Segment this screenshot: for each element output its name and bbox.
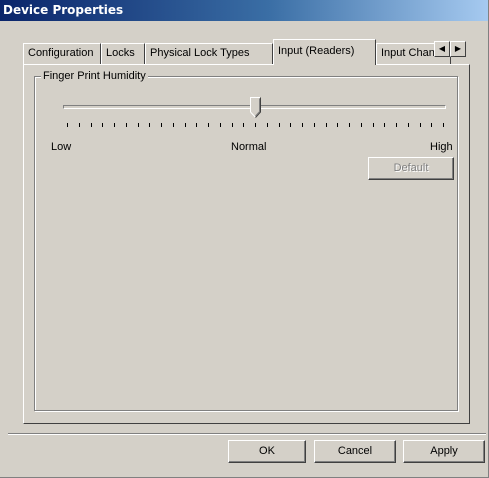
slider-tick xyxy=(361,123,362,127)
slider-tick xyxy=(138,123,139,127)
slider-tick xyxy=(337,123,338,127)
slider-tick xyxy=(326,123,327,127)
tab-input-readers[interactable]: Input (Readers) xyxy=(273,39,376,65)
slider-tick xyxy=(185,123,186,127)
slider-tick xyxy=(67,123,68,127)
slider-tick xyxy=(114,123,115,127)
slider-tick xyxy=(349,123,350,127)
slider-tick xyxy=(408,123,409,127)
slider-tick xyxy=(149,123,150,127)
title-bar[interactable]: Device Properties xyxy=(0,0,488,21)
triangle-right-icon[interactable]: ▶ xyxy=(450,41,466,57)
ok-button[interactable]: OK xyxy=(228,440,306,463)
window-title: Device Properties xyxy=(3,3,124,17)
slider-tick xyxy=(267,123,268,127)
slider-tick xyxy=(373,123,374,127)
slider-tick xyxy=(396,123,397,127)
slider-tick xyxy=(126,123,127,127)
apply-button[interactable]: Apply xyxy=(403,440,485,463)
default-button[interactable]: Default xyxy=(368,157,454,180)
slider-tick xyxy=(208,123,209,127)
finger-print-humidity-group: Finger Print Humidity Low Normal High De… xyxy=(34,70,458,411)
slider-tick xyxy=(384,123,385,127)
slider-tick xyxy=(255,123,256,127)
cancel-button[interactable]: Cancel xyxy=(314,440,396,463)
device-properties-dialog: Device Properties Configuration Locks Ph… xyxy=(0,0,489,478)
slider-tick xyxy=(161,123,162,127)
slider-tick xyxy=(220,123,221,127)
slider-tick xyxy=(91,123,92,127)
slider-tick xyxy=(314,123,315,127)
slider-high-label: High xyxy=(430,141,453,153)
slider-tick xyxy=(279,123,280,127)
slider-tick xyxy=(290,123,291,127)
slider-tick xyxy=(196,123,197,127)
slider-normal-label: Normal xyxy=(231,141,267,153)
tab-physical-lock-types[interactable]: Physical Lock Types xyxy=(145,43,273,64)
slider-tick xyxy=(431,123,432,127)
slider-ticks xyxy=(67,123,444,128)
group-title: Finger Print Humidity xyxy=(41,70,148,82)
tab-page-input-readers: Finger Print Humidity Low Normal High De… xyxy=(23,64,470,424)
humidity-slider-thumb[interactable] xyxy=(250,97,261,118)
slider-tick xyxy=(443,123,444,127)
slider-low-label: Low xyxy=(51,141,72,153)
slider-tick xyxy=(102,123,103,127)
slider-tick xyxy=(173,123,174,127)
tab-strip: Configuration Locks Physical Lock Types … xyxy=(23,39,468,65)
tab-configuration[interactable]: Configuration xyxy=(23,43,101,64)
button-separator xyxy=(8,433,486,435)
triangle-left-icon[interactable]: ◀ xyxy=(434,41,450,57)
slider-tick xyxy=(420,123,421,127)
slider-tick xyxy=(302,123,303,127)
slider-tick xyxy=(232,123,233,127)
slider-tick xyxy=(79,123,80,127)
slider-tick xyxy=(243,123,244,127)
tab-locks[interactable]: Locks xyxy=(101,43,145,64)
